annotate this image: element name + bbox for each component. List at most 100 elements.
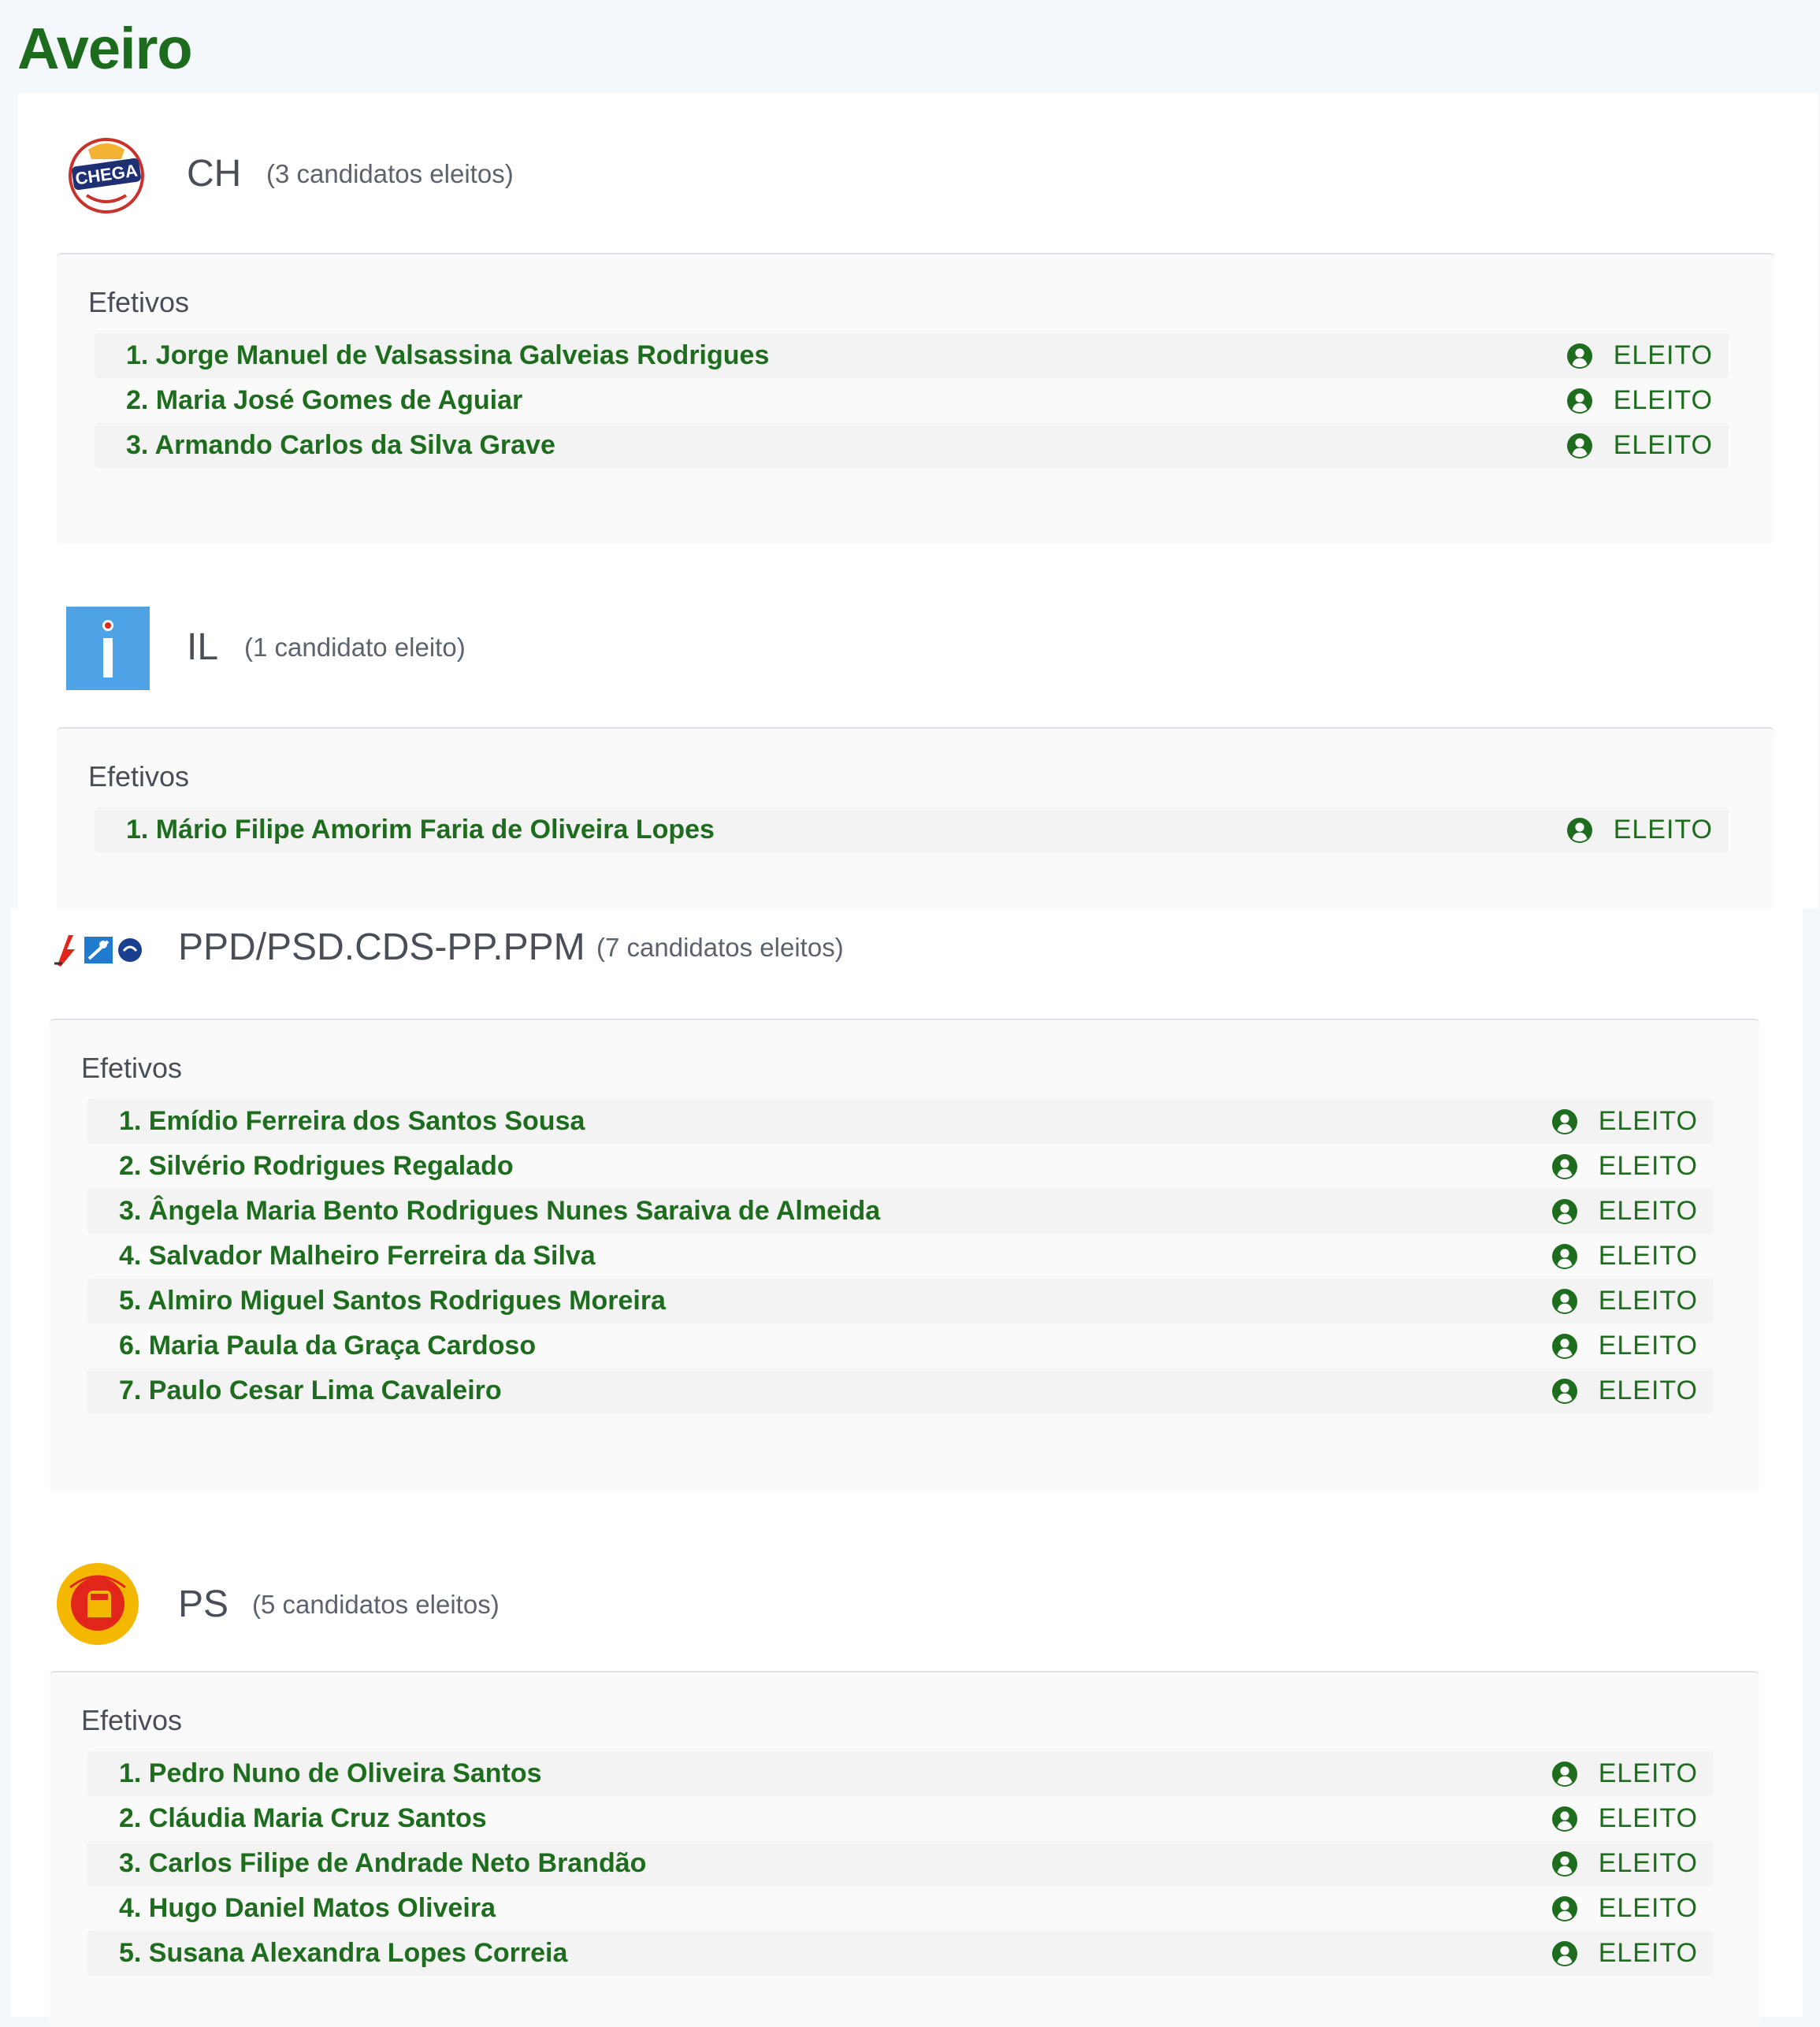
party-name: PS: [178, 1583, 229, 1625]
candidate-status: ELEITO: [1551, 1279, 1698, 1323]
user-circle-icon: [1551, 1333, 1578, 1360]
candidate-name[interactable]: 5. Almiro Miguel Santos Rodrigues Moreir…: [119, 1279, 666, 1323]
results-panel: CHEGA CH (3 candidatos eleitos) Efetivos…: [17, 93, 1818, 910]
user-circle-icon: [1551, 1940, 1578, 1967]
status-label: ELEITO: [1598, 1803, 1698, 1833]
candidate-status: ELEITO: [1551, 1323, 1698, 1368]
candidate-box: Efetivos 1. Pedro Nuno de Oliveira Santo…: [50, 1671, 1759, 2027]
candidate-row: 1. Mário Filipe Amorim Faria de Oliveira…: [95, 807, 1729, 852]
section-label: Efetivos: [81, 1704, 183, 1736]
partido-socialista-logo: [56, 1562, 139, 1646]
status-label: ELEITO: [1598, 1848, 1698, 1878]
status-label: ELEITO: [1613, 385, 1713, 415]
candidate-name[interactable]: 1. Emídio Ferreira dos Santos Sousa: [119, 1099, 585, 1144]
section-label: Efetivos: [88, 286, 190, 318]
results-panel: PPD/PSD.CDS-PP.PPM (7 candidatos eleitos…: [10, 908, 1803, 2027]
iniciativa-liberal-logo: [66, 607, 150, 690]
user-circle-icon: [1566, 388, 1593, 414]
user-circle-icon: [1551, 1153, 1578, 1180]
candidate-name[interactable]: 1. Mário Filipe Amorim Faria de Oliveira…: [126, 807, 715, 852]
party-count: (5 candidatos eleitos): [252, 1590, 500, 1619]
status-label: ELEITO: [1598, 1375, 1698, 1405]
candidate-row: 1. Pedro Nuno de Oliveira Santos ELEITO: [87, 1751, 1714, 1796]
candidate-name[interactable]: 4. Salvador Malheiro Ferreira da Silva: [119, 1234, 596, 1279]
user-circle-icon: [1551, 1288, 1578, 1315]
candidate-row: 6. Maria Paula da Graça Cardoso ELEITO: [87, 1323, 1714, 1368]
party-name: IL: [187, 626, 219, 668]
candidate-status: ELEITO: [1551, 1796, 1698, 1841]
candidate-list: 1. Mário Filipe Amorim Faria de Oliveira…: [95, 807, 1729, 852]
status-label: ELEITO: [1613, 430, 1713, 460]
candidate-status: ELEITO: [1551, 1144, 1698, 1189]
candidate-name[interactable]: 2. Maria José Gomes de Aguiar: [126, 378, 522, 423]
chega-logo: CHEGA: [65, 132, 148, 216]
status-label: ELEITO: [1598, 1151, 1698, 1181]
page-title: Aveiro: [17, 16, 193, 81]
party-count: (3 candidatos eleitos): [266, 159, 514, 188]
party-header: PS (5 candidatos eleitos): [10, 1562, 1803, 1672]
candidate-row: 5. Susana Alexandra Lopes Correia ELEITO: [87, 1931, 1714, 1976]
candidate-name[interactable]: 1. Pedro Nuno de Oliveira Santos: [119, 1751, 542, 1796]
status-label: ELEITO: [1598, 1331, 1698, 1361]
status-label: ELEITO: [1598, 1106, 1698, 1136]
candidate-name[interactable]: 1. Jorge Manuel de Valsassina Galveias R…: [126, 333, 769, 378]
candidate-row: 2. Maria José Gomes de Aguiar ELEITO: [95, 378, 1729, 423]
candidate-row: 2. Cláudia Maria Cruz Santos ELEITO: [87, 1796, 1714, 1841]
status-label: ELEITO: [1598, 1758, 1698, 1788]
party-header: CHEGA CH (3 candidatos eleitos): [17, 132, 1818, 243]
candidate-status: ELEITO: [1551, 1368, 1698, 1413]
candidate-name[interactable]: 3. Ângela Maria Bento Rodrigues Nunes Sa…: [119, 1189, 880, 1234]
user-circle-icon: [1551, 1108, 1578, 1135]
candidate-box: Efetivos 1. Mário Filipe Amorim Faria de…: [57, 727, 1774, 910]
user-circle-icon: [1566, 433, 1593, 459]
candidate-name[interactable]: 6. Maria Paula da Graça Cardoso: [119, 1323, 536, 1368]
user-circle-icon: [1551, 1761, 1578, 1788]
user-circle-icon: [1551, 1378, 1578, 1405]
candidate-name[interactable]: 4. Hugo Daniel Matos Oliveira: [119, 1886, 496, 1931]
status-label: ELEITO: [1598, 1938, 1698, 1968]
candidate-status: ELEITO: [1551, 1751, 1698, 1796]
candidate-status: ELEITO: [1551, 1841, 1698, 1886]
candidate-row: 4. Hugo Daniel Matos Oliveira ELEITO: [87, 1886, 1714, 1931]
status-label: ELEITO: [1613, 815, 1713, 845]
candidate-box: Efetivos 1. Jorge Manuel de Valsassina G…: [57, 253, 1774, 544]
party-header: PPD/PSD.CDS-PP.PPM (7 candidatos eleitos…: [10, 924, 1803, 1034]
user-circle-icon: [1551, 1851, 1578, 1877]
candidate-name[interactable]: 3. Carlos Filipe de Andrade Neto Brandão: [119, 1841, 646, 1886]
candidate-name[interactable]: 2. Cláudia Maria Cruz Santos: [119, 1796, 487, 1841]
status-label: ELEITO: [1598, 1196, 1698, 1226]
user-circle-icon: [1551, 1198, 1578, 1225]
candidate-list: 1. Pedro Nuno de Oliveira Santos ELEITO …: [87, 1751, 1714, 1976]
candidate-box: Efetivos 1. Emídio Ferreira dos Santos S…: [50, 1019, 1759, 1493]
candidate-row: 3. Armando Carlos da Silva Grave ELEITO: [95, 423, 1729, 468]
party-name: PPD/PSD.CDS-PP.PPM: [178, 926, 585, 968]
party-name: CH: [187, 153, 242, 195]
candidate-row: 1. Emídio Ferreira dos Santos Sousa ELEI…: [87, 1099, 1714, 1144]
candidate-name[interactable]: 3. Armando Carlos da Silva Grave: [126, 423, 555, 468]
section-label: Efetivos: [81, 1052, 183, 1084]
candidate-row: 7. Paulo Cesar Lima Cavaleiro ELEITO: [87, 1368, 1714, 1413]
candidate-status: ELEITO: [1551, 1234, 1698, 1279]
candidate-name[interactable]: 7. Paulo Cesar Lima Cavaleiro: [119, 1368, 502, 1413]
candidate-status: ELEITO: [1566, 333, 1713, 378]
party-count: (7 candidatos eleitos): [596, 933, 844, 962]
candidate-row: 4. Salvador Malheiro Ferreira da Silva E…: [87, 1234, 1714, 1279]
candidate-status: ELEITO: [1566, 423, 1713, 468]
party-count: (1 candidato eleito): [244, 633, 466, 662]
ad-coalition-logo: [51, 932, 146, 968]
status-label: ELEITO: [1598, 1893, 1698, 1923]
candidate-status: ELEITO: [1551, 1931, 1698, 1976]
status-label: ELEITO: [1613, 340, 1713, 370]
user-circle-icon: [1551, 1895, 1578, 1922]
candidate-row: 1. Jorge Manuel de Valsassina Galveias R…: [95, 333, 1729, 378]
candidate-name[interactable]: 2. Silvério Rodrigues Regalado: [119, 1144, 514, 1189]
party-header: IL (1 candidato eleito): [17, 607, 1818, 717]
candidate-status: ELEITO: [1566, 378, 1713, 423]
candidate-status: ELEITO: [1551, 1189, 1698, 1234]
candidate-name[interactable]: 5. Susana Alexandra Lopes Correia: [119, 1931, 567, 1976]
candidate-list: 1. Jorge Manuel de Valsassina Galveias R…: [95, 333, 1729, 468]
candidate-row: 5. Almiro Miguel Santos Rodrigues Moreir…: [87, 1279, 1714, 1323]
candidate-status: ELEITO: [1551, 1886, 1698, 1931]
candidate-row: 3. Carlos Filipe de Andrade Neto Brandão…: [87, 1841, 1714, 1886]
section-label: Efetivos: [88, 760, 190, 793]
